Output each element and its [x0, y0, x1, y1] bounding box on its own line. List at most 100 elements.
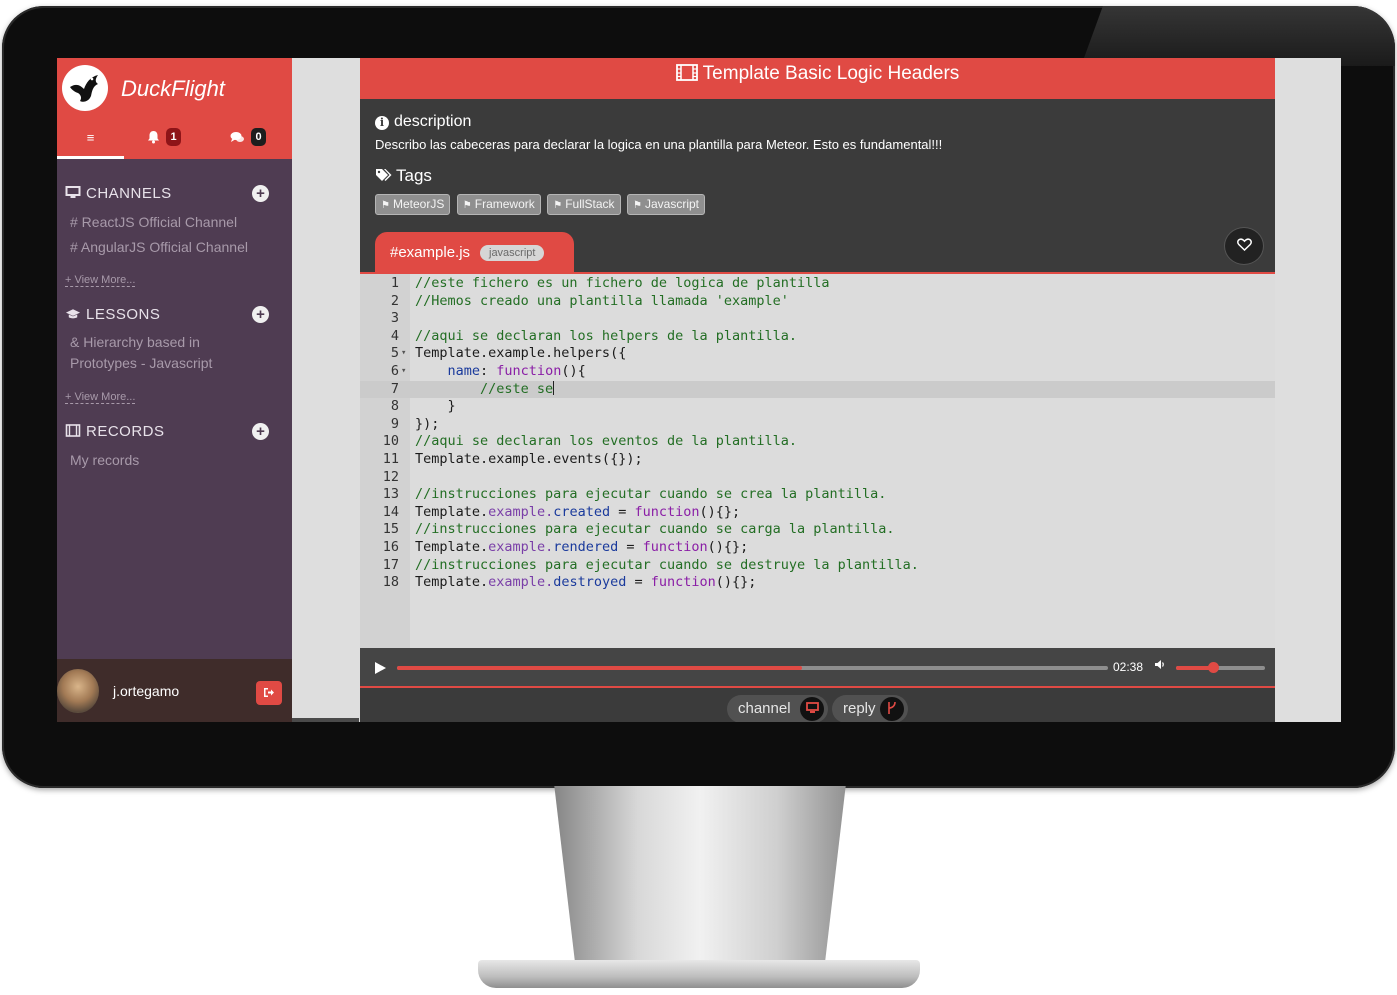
lessons-view-more-link[interactable]: + View More... [65, 391, 136, 404]
monitor-icon [800, 697, 824, 721]
bell-icon [148, 131, 159, 144]
code-line[interactable]: 10 //aqui se declaran los eventos de la p… [360, 433, 1275, 451]
code-text: //instrucciones para ejecutar cuando se … [415, 521, 895, 538]
add-channel-button[interactable]: + [252, 185, 269, 202]
line-number: 12 [382, 468, 399, 485]
fold-arrow-icon[interactable]: ▾ [401, 345, 406, 363]
avatar[interactable] [57, 669, 99, 713]
volume-handle[interactable] [1208, 662, 1220, 673]
logout-icon [264, 688, 274, 697]
code-editor[interactable]: 1 //este fichero es un fichero de logica … [360, 274, 1275, 648]
lesson-item[interactable]: & Hierarchy based in Prototypes - Javasc… [70, 332, 270, 374]
code-text: //este se [415, 380, 555, 397]
description-text: Describo las cabeceras para declarar la … [375, 137, 943, 152]
brand-name[interactable]: DuckFlight [121, 76, 225, 102]
heart-icon [1236, 238, 1252, 252]
code-text: } [415, 398, 456, 415]
channels-view-more-link[interactable]: + View More... [65, 274, 136, 287]
code-line[interactable]: 18 Template.example.destroyed = function(… [360, 574, 1275, 592]
description-heading: i description [375, 113, 471, 131]
line-number: 8 [390, 398, 399, 415]
code-line[interactable]: 9}); [360, 416, 1275, 434]
record-item[interactable]: My records [70, 450, 270, 471]
progress-track[interactable] [397, 666, 1108, 670]
tag-icon: ⚑ [462, 200, 472, 211]
line-number: 5 [390, 345, 399, 362]
line-number: 9 [390, 415, 399, 432]
code-line[interactable]: 14 Template.example.created = function(){… [360, 504, 1275, 522]
code-line[interactable]: 7 //este se [360, 380, 1275, 399]
channel-label: channel [738, 700, 791, 717]
volume-icon[interactable] [1154, 659, 1166, 673]
text-cursor [553, 380, 555, 395]
main-strip [292, 718, 359, 722]
line-number: 16 [382, 539, 399, 555]
tags-heading: Tags [375, 166, 432, 186]
tag[interactable]: ⚑ MeteorJS [375, 194, 451, 215]
code-text: name: function(){ [447, 363, 586, 379]
post-card: Template Basic Logic Headers i descriptio… [360, 58, 1275, 722]
sidebar-tabs: ≡ 1 0 [57, 124, 292, 159]
tag[interactable]: ⚑ Javascript [627, 194, 705, 215]
code-text: //instrucciones para ejecutar cuando se … [415, 486, 887, 503]
code-line[interactable]: 1 //este fichero es un fichero de logica … [360, 275, 1275, 293]
code-line[interactable]: 13 //instrucciones para ejecutar cuando s… [360, 486, 1275, 504]
line-number: 14 [382, 503, 399, 520]
add-record-button[interactable]: + [252, 423, 269, 440]
username[interactable]: j.ortegamo [113, 683, 179, 699]
code-line[interactable]: 4 //aqui se declaran los helpers de la pl… [360, 328, 1275, 346]
line-number: 13 [382, 486, 399, 503]
user-panel: j.ortegamo [57, 659, 292, 722]
add-lesson-button[interactable]: + [252, 306, 269, 323]
file-language-badge: javascript [480, 245, 545, 261]
time-display: 02:38 [1113, 660, 1144, 674]
lessons-title[interactable]: LESSONS [65, 306, 160, 323]
code-text: Template.example.events({}); [415, 451, 643, 467]
line-number: 2 [390, 292, 399, 309]
channel-item[interactable]: # AngularJS Official Channel [70, 237, 270, 258]
tag-icon: ⚑ [553, 200, 563, 211]
sidebar-header: DuckFlight ≡ 1 0 [57, 58, 292, 159]
tag[interactable]: ⚑ Framework [456, 194, 541, 215]
channel-item[interactable]: # ReactJS Official Channel [70, 212, 270, 233]
tab-menu[interactable]: ≡ [57, 124, 124, 159]
code-text: //aqui se declaran los helpers de la pla… [415, 327, 798, 344]
progress-fill [397, 666, 803, 670]
code-text: Template.example.created = function(){}; [415, 503, 741, 520]
channels-title[interactable]: CHANNELS [65, 185, 172, 202]
line-number: 6 [390, 363, 399, 379]
code-line[interactable]: 8 } [360, 398, 1275, 416]
tag-icon: ⚑ [381, 200, 390, 211]
file-tab[interactable]: #example.js javascript [375, 232, 574, 272]
play-icon[interactable] [375, 662, 386, 674]
tag[interactable]: ⚑ FullStack [547, 194, 621, 215]
reply-button[interactable]: reply [832, 695, 908, 722]
tags-list: ⚑ MeteorJS ⚑ Framework ⚑ FullStack ⚑ Javascr… [375, 194, 707, 215]
monitor-icon [65, 186, 81, 198]
code-line[interactable]: 11 Template.example.events({}); [360, 451, 1275, 469]
code-text: }); [415, 415, 440, 432]
code-line[interactable]: 15 //instrucciones para ejecutar cuando s… [360, 521, 1275, 539]
chat-icon [230, 131, 244, 142]
tags-icon [376, 169, 392, 181]
code-line[interactable]: 2 //Hemos creado una plantilla llamada 'e… [360, 293, 1275, 311]
code-line[interactable]: 5 ▾ Template.example.helpers({ [360, 345, 1275, 363]
duck-logo-icon[interactable] [62, 65, 108, 111]
logout-button[interactable] [256, 681, 282, 705]
notification-badge: 1 [166, 128, 181, 146]
line-number: 18 [382, 574, 399, 591]
code-line[interactable]: 12 [360, 469, 1275, 487]
card-header: Template Basic Logic Headers [360, 58, 1275, 99]
tab-notifications[interactable]: 1 [147, 128, 181, 163]
code-line[interactable]: 6 ▾ name: function(){ [360, 363, 1275, 381]
tab-messages[interactable]: 0 [230, 128, 266, 163]
records-title[interactable]: RECORDS [65, 423, 165, 440]
code-line[interactable]: 3 [360, 310, 1275, 328]
code-line[interactable]: 17 //instrucciones para ejecutar cuando s… [360, 557, 1275, 575]
code-line[interactable]: 16 Template.example.rendered = function()… [360, 539, 1275, 557]
fold-arrow-icon[interactable]: ▾ [401, 363, 406, 381]
channel-button[interactable]: channel [727, 695, 828, 722]
favorite-button[interactable] [1224, 227, 1264, 265]
line-number: 7 [390, 380, 399, 397]
volume-slider[interactable] [1176, 662, 1265, 673]
